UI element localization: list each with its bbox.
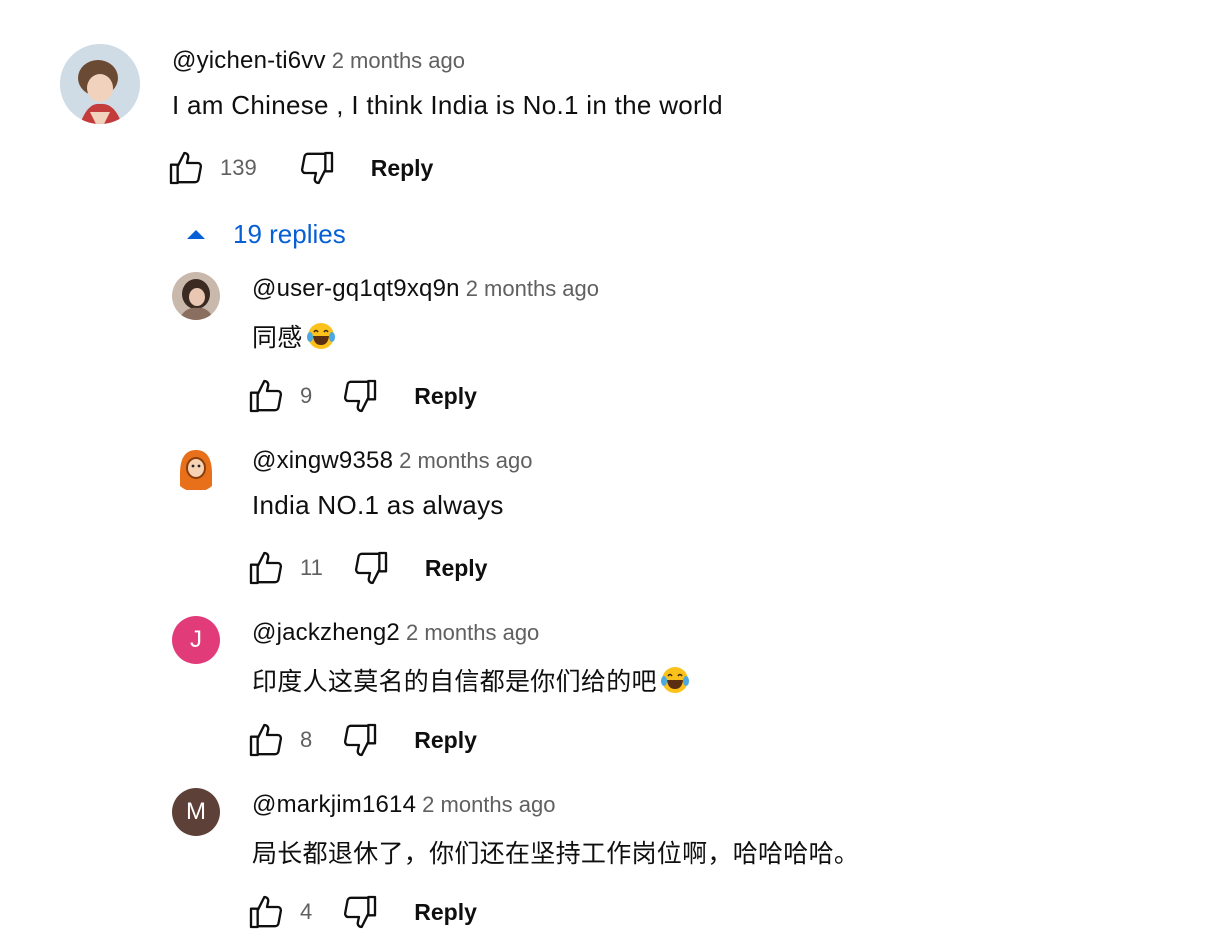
orange-hood-character-icon (172, 444, 220, 492)
author-handle[interactable]: @xingw9358 (252, 447, 393, 474)
laughing-tears-emoji-icon (660, 667, 689, 693)
reply-button[interactable]: Reply (414, 727, 477, 754)
like-button[interactable] (246, 548, 286, 588)
thumbs-down-icon (354, 551, 388, 585)
comment-text: 同感 (252, 318, 336, 354)
like-count: 8 (300, 727, 313, 752)
thumbs-up-icon (169, 151, 203, 185)
comment-text: 局长都退休了，你们还在坚持工作岗位啊，哈哈哈哈。 (252, 839, 860, 868)
comment-text: 印度人这莫名的自信都是你们给的吧 (252, 662, 690, 698)
like-button[interactable] (246, 376, 286, 416)
comment-meta: @markjim1614 2 months ago (252, 791, 555, 819)
author-handle[interactable]: @yichen-ti6vv (172, 47, 326, 74)
comment-meta: @xingw9358 2 months ago (252, 447, 532, 475)
thumbs-up-icon (249, 379, 283, 413)
caret-up-icon (187, 230, 205, 239)
child-avatar-icon (60, 44, 140, 124)
reply-button[interactable]: Reply (425, 555, 488, 582)
laughing-tears-emoji-icon (306, 323, 335, 349)
thumbs-down-icon (344, 379, 377, 413)
like-count: 11 (300, 555, 323, 580)
comment-text-content: 印度人这莫名的自信都是你们给的吧 (252, 667, 657, 696)
timestamp[interactable]: 2 months ago (406, 620, 539, 645)
thumbs-up-icon (249, 895, 283, 929)
dislike-button[interactable] (340, 720, 380, 760)
comment-meta: @yichen-ti6vv 2 months ago (172, 47, 465, 75)
like-button[interactable] (246, 892, 286, 932)
like-count: 9 (300, 383, 313, 408)
thumbs-up-icon (249, 551, 283, 585)
avatar[interactable]: J (172, 616, 220, 664)
author-handle[interactable]: @markjim1614 (252, 791, 416, 818)
comment-actions: 139 Reply (166, 148, 433, 188)
like-count: 139 (220, 155, 257, 180)
thumbs-up-icon (249, 723, 283, 757)
timestamp[interactable]: 2 months ago (466, 276, 599, 301)
avatar-letter: M (186, 798, 206, 825)
author-handle[interactable]: @jackzheng2 (252, 619, 400, 646)
dislike-button[interactable] (297, 148, 337, 188)
dislike-button[interactable] (340, 892, 380, 932)
comment-actions: 9 Reply (246, 376, 477, 416)
timestamp[interactable]: 2 months ago (399, 448, 532, 473)
timestamp[interactable]: 2 months ago (422, 792, 555, 817)
comment-meta: @jackzheng2 2 months ago (252, 619, 539, 647)
comment-text: India NO.1 as always (252, 490, 504, 520)
like-button[interactable] (246, 720, 286, 760)
comment-text: I am Chinese , I think India is No.1 in … (172, 90, 723, 120)
avatar[interactable] (60, 44, 140, 124)
like-button[interactable] (166, 148, 206, 188)
avatar-letter: J (190, 626, 202, 653)
comment-actions: 8 Reply (246, 720, 477, 760)
comment-text-content: 同感 (252, 323, 303, 352)
avatar[interactable] (172, 272, 220, 320)
comment-meta: @user-gq1qt9xq9n 2 months ago (252, 275, 599, 303)
thumbs-down-icon (344, 723, 377, 757)
thumbs-down-icon (300, 151, 333, 185)
dislike-button[interactable] (351, 548, 391, 588)
replies-toggle[interactable]: 19 replies (185, 214, 346, 254)
comment-actions: 11 Reply (246, 548, 487, 588)
reply-button[interactable]: Reply (414, 383, 477, 410)
replies-count-label: 19 replies (233, 218, 346, 249)
person-photo-avatar-icon (172, 272, 220, 320)
timestamp[interactable]: 2 months ago (332, 48, 465, 73)
thumbs-down-icon (344, 895, 377, 929)
dislike-button[interactable] (340, 376, 380, 416)
author-handle[interactable]: @user-gq1qt9xq9n (252, 275, 460, 302)
like-count: 4 (300, 899, 313, 924)
reply-button[interactable]: Reply (371, 155, 434, 182)
avatar[interactable] (172, 444, 220, 492)
reply-button[interactable]: Reply (414, 899, 477, 926)
avatar[interactable]: M (172, 788, 220, 836)
comment-actions: 4 Reply (246, 892, 477, 932)
